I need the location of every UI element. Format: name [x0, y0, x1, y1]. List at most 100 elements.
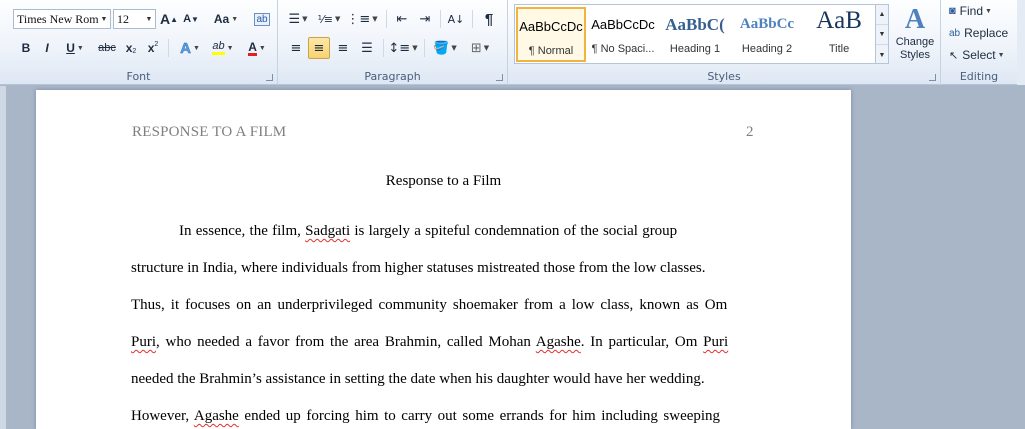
style-name: Heading 2	[741, 43, 793, 55]
ribbon: Times New Rom ▼ 12 ▼ A ▲ A ▼ Aa ▼ ab B I U ▼…	[0, 0, 1025, 85]
font-color-button[interactable]: A ▼	[242, 37, 272, 59]
align-right-button[interactable]: ≡	[332, 37, 354, 59]
body-line[interactable]: structure in India, where individuals fr…	[131, 260, 751, 277]
line-spacing-icon: ↕≡	[388, 40, 411, 56]
paint-bucket-icon: 🪣	[433, 40, 450, 56]
more-styles-icon[interactable]: ▼	[876, 45, 888, 65]
font-group: Times New Rom ▼ 12 ▼ A ▲ A ▼ Aa ▼ ab B I U ▼…	[0, 0, 278, 85]
text-effects-icon: A	[180, 39, 191, 57]
justify-button[interactable]: ☰	[356, 37, 378, 59]
styles-gallery-scroll[interactable]: ▲ ▼ ▼	[875, 4, 889, 64]
change-styles-button[interactable]: A Change Styles	[893, 4, 937, 62]
highlight-button[interactable]: ab ▼	[208, 37, 238, 59]
misspelled-word[interactable]: Agashe	[536, 334, 581, 350]
font-dialog-launcher-icon[interactable]	[266, 74, 273, 81]
page-number: 2	[746, 124, 754, 140]
underline-button[interactable]: U ▼	[60, 37, 90, 59]
grow-font-button[interactable]: A ▲	[159, 8, 179, 30]
font-name-combo[interactable]: Times New Rom ▼	[13, 9, 111, 29]
borders-icon: ⊞	[470, 40, 482, 56]
shrink-font-button[interactable]: A ▼	[181, 8, 201, 30]
style-normal[interactable]: AaBbCcDc ¶ Normal	[516, 7, 586, 62]
bullets-icon: ☰	[288, 11, 301, 27]
scroll-down-icon[interactable]: ▼	[876, 25, 888, 45]
style-name: Title	[828, 43, 850, 55]
align-center-button[interactable]: ≡	[308, 37, 330, 59]
replace-button[interactable]: ab Replace	[949, 23, 1008, 43]
editing-group: ◙ Find ▼ ab Replace ↖ Select ▼ Editing	[941, 0, 1017, 85]
align-center-icon: ≡	[313, 40, 325, 56]
underline-icon: U	[66, 41, 75, 55]
borders-button[interactable]: ⊞ ▼	[464, 37, 496, 59]
strikethrough-button[interactable]: abc	[96, 37, 118, 59]
sort-button[interactable]: A↓	[446, 8, 466, 30]
style-no-spacing[interactable]: AaBbCcDc ¶ No Spaci...	[588, 7, 658, 62]
font-size-combo[interactable]: 12 ▼	[113, 9, 156, 29]
font-name-value: Times New Rom	[17, 12, 99, 26]
sort-az-icon: A↓	[447, 12, 465, 26]
styles-gallery: AaBbCcDc ¶ Normal AaBbCcDc ¶ No Spaci...…	[514, 4, 876, 64]
misspelled-word[interactable]: Agashe	[194, 408, 239, 424]
numbering-icon: ⅟≡	[317, 12, 334, 26]
highlighter-icon: ab	[212, 41, 225, 55]
increase-indent-icon: ⇥	[419, 11, 431, 27]
paragraph-group: ☰ ▼ ⅟≡ ▼ ⋮≡ ▼ ⇤ ⇥ A↓ ¶ ≡ ≡ ≡ ☰ ↕≡ ▼ 🪣 ▼ …	[278, 0, 508, 85]
find-button[interactable]: ◙ Find ▼	[949, 1, 992, 21]
scroll-up-icon[interactable]: ▲	[876, 5, 888, 25]
italic-button[interactable]: I	[38, 37, 56, 59]
binoculars-icon: ◙	[949, 5, 956, 17]
style-title[interactable]: AaB Title	[804, 7, 874, 62]
italic-icon: I	[45, 41, 49, 55]
clear-formatting-button[interactable]: ab	[252, 8, 272, 30]
superscript-icon: x	[147, 41, 155, 55]
body-line[interactable]: However, Agashe ended up forcing him to …	[131, 408, 751, 425]
bullets-button[interactable]: ☰ ▼	[284, 8, 312, 30]
misspelled-word[interactable]: Puri	[703, 334, 728, 350]
styles-dialog-launcher-icon[interactable]	[929, 74, 936, 81]
multilevel-list-button[interactable]: ⋮≡ ▼	[346, 8, 378, 30]
increase-indent-button[interactable]: ⇥	[415, 8, 435, 30]
style-heading-2[interactable]: AaBbCc Heading 2	[732, 7, 802, 62]
align-left-button[interactable]: ≡	[285, 37, 307, 59]
document-title[interactable]: Response to a Film	[36, 173, 851, 190]
chevron-down-icon[interactable]: ▼	[143, 10, 155, 28]
line-spacing-button[interactable]: ↕≡ ▼	[388, 37, 418, 59]
select-label: Select	[962, 48, 996, 62]
decrease-indent-button[interactable]: ⇤	[392, 8, 412, 30]
replace-label: Replace	[964, 26, 1009, 40]
editing-group-label: Editing	[959, 70, 999, 83]
style-name: ¶ No Spaci...	[591, 43, 655, 55]
body-line[interactable]: Puri, who needed a favor from the area B…	[131, 334, 751, 351]
paragraph-group-label: Paragraph	[364, 70, 421, 83]
style-preview: AaBbCcDc	[519, 19, 583, 34]
text-effects-button[interactable]: A ▼	[176, 37, 204, 59]
eraser-icon: ab	[254, 12, 270, 26]
subscript-button[interactable]: x2	[122, 37, 140, 59]
body-line[interactable]: In essence, the film, Sadgati is largely…	[131, 223, 751, 240]
paragraph-dialog-launcher-icon[interactable]	[496, 74, 503, 81]
decrease-indent-icon: ⇤	[396, 11, 408, 27]
misspelled-word[interactable]: Puri	[131, 334, 156, 350]
align-right-icon: ≡	[337, 40, 349, 56]
style-name: ¶ Normal	[528, 45, 574, 57]
misspelled-word[interactable]: Sadgati	[305, 223, 350, 239]
running-header: RESPONSE TO A FILM	[132, 124, 287, 140]
subscript-icon: x	[125, 41, 133, 55]
style-preview: AaB	[816, 7, 862, 34]
style-heading-1[interactable]: AaBbC( Heading 1	[660, 7, 730, 62]
numbering-button[interactable]: ⅟≡ ▼	[315, 8, 343, 30]
font-color-icon: A	[248, 39, 257, 56]
superscript-button[interactable]: x2	[144, 37, 162, 59]
select-button[interactable]: ↖ Select ▼	[949, 45, 1005, 65]
document-page[interactable]: RESPONSE TO A FILM 2 Response to a Film …	[36, 90, 851, 429]
style-name: Heading 1	[669, 43, 721, 55]
body-line[interactable]: Thus, it focuses on an underprivileged c…	[131, 297, 751, 314]
shading-button[interactable]: 🪣 ▼	[430, 37, 460, 59]
chevron-down-icon[interactable]: ▼	[98, 10, 110, 28]
pilcrow-icon: ¶	[484, 10, 494, 28]
font-group-label: Font	[126, 70, 151, 83]
body-line[interactable]: needed the Brahmin’s assistance in setti…	[131, 371, 751, 388]
show-marks-button[interactable]: ¶	[478, 8, 500, 30]
bold-button[interactable]: B	[17, 37, 35, 59]
change-case-button[interactable]: Aa ▼	[211, 8, 241, 30]
